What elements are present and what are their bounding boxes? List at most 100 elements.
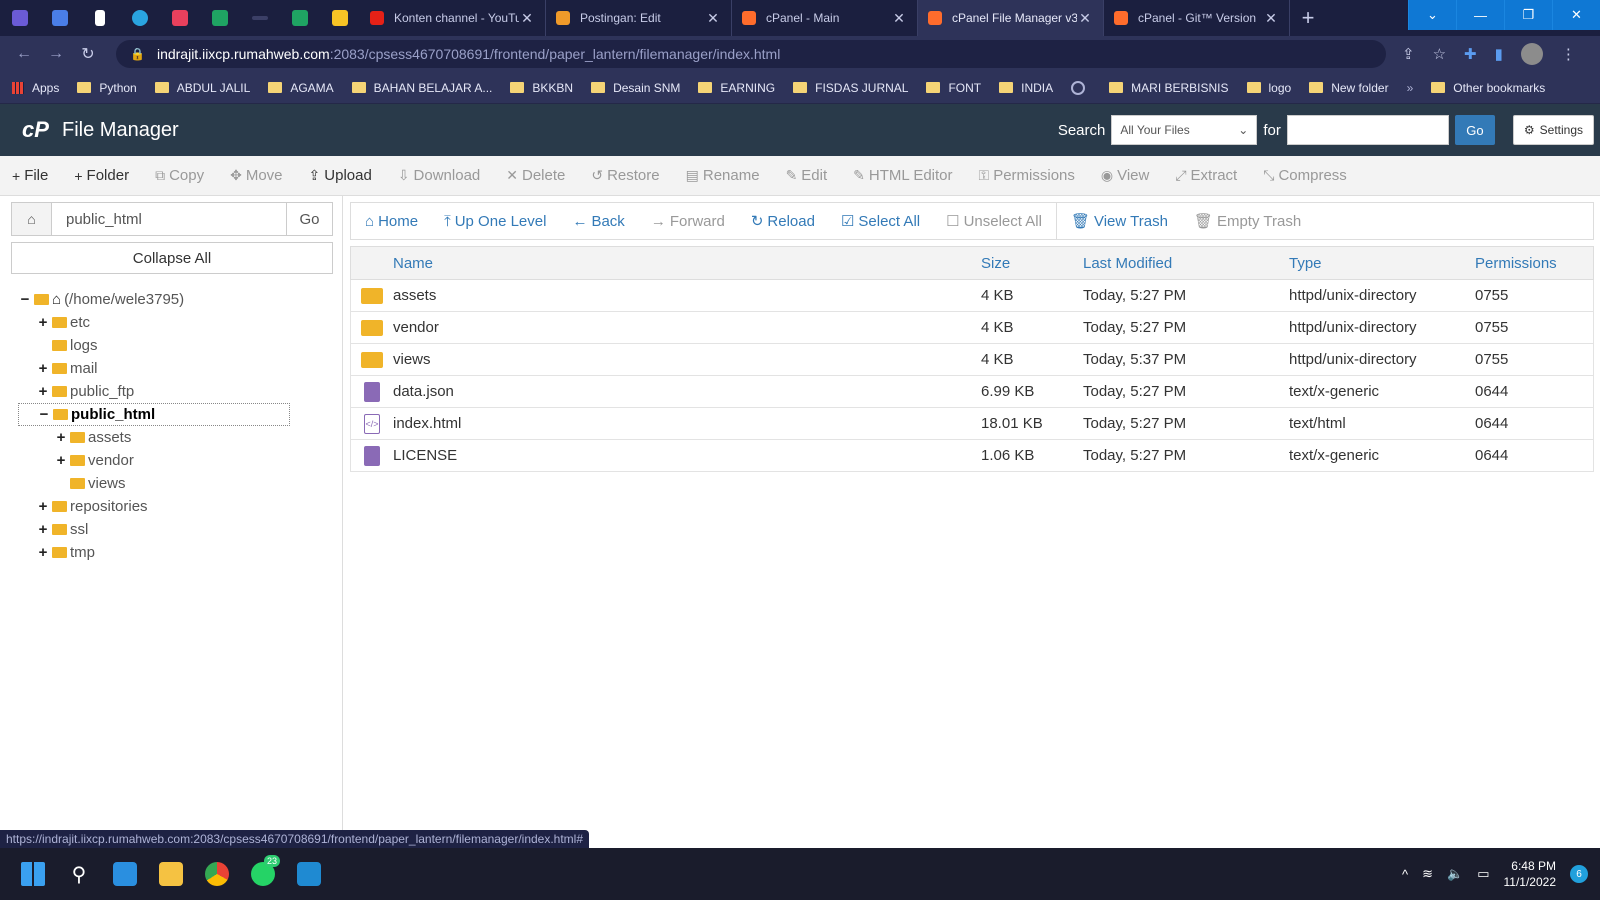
bookmark-item[interactable]: Apps bbox=[12, 81, 59, 95]
tree-node-vendor[interactable]: + vendor bbox=[18, 449, 334, 472]
app-l-icon[interactable] bbox=[102, 851, 148, 897]
tree-toggle-icon[interactable]: + bbox=[36, 360, 50, 377]
settings-button[interactable]: ⚙ Settings bbox=[1512, 115, 1594, 145]
bookmark-item[interactable]: INDIA bbox=[999, 81, 1053, 95]
move-button[interactable]: ✥ Move bbox=[230, 167, 282, 184]
side-panel-icon[interactable]: ▮ bbox=[1495, 45, 1503, 63]
tree-toggle-icon[interactable]: + bbox=[36, 544, 50, 561]
reload-button[interactable]: ↻ Reload bbox=[751, 212, 815, 231]
vscode-icon[interactable] bbox=[286, 851, 332, 897]
col-name[interactable]: Name bbox=[393, 255, 981, 272]
download-button[interactable]: ⇩ Download bbox=[398, 167, 480, 184]
tree-node-homewele3795[interactable]: − ⌂ (/home/wele3795) bbox=[18, 288, 334, 311]
pinned-tab[interactable] bbox=[280, 0, 320, 36]
new-tab-button[interactable]: + bbox=[1290, 0, 1326, 36]
tree-toggle-icon[interactable]: + bbox=[54, 452, 68, 469]
bookmark-item[interactable]: EARNING bbox=[698, 81, 775, 95]
upload-button[interactable]: ⇪ Upload bbox=[309, 167, 372, 184]
tree-node-repositories[interactable]: + repositories bbox=[18, 495, 334, 518]
compress-button[interactable]: ⤡ Compress bbox=[1263, 167, 1347, 184]
path-input[interactable]: public_html bbox=[52, 203, 286, 235]
lock-icon[interactable]: 🔒 bbox=[130, 47, 145, 61]
delete-button[interactable]: ✕ Delete bbox=[506, 167, 565, 184]
whatsapp-icon[interactable]: 23 bbox=[240, 851, 286, 897]
empty-trash-button[interactable]: 🗑 Empty Trash bbox=[1194, 212, 1301, 231]
bookmark-item[interactable]: BAHAN BELAJAR A... bbox=[351, 81, 492, 95]
volume-icon[interactable]: 🔈 bbox=[1447, 866, 1463, 882]
pinned-tab[interactable] bbox=[0, 0, 40, 36]
tree-toggle-icon[interactable]: + bbox=[36, 521, 50, 538]
unselect-all-button[interactable]: ☐ Unselect All bbox=[946, 212, 1042, 231]
bookmark-star-icon[interactable]: ☆ bbox=[1433, 45, 1446, 63]
search-icon[interactable]: ⚲ bbox=[56, 851, 102, 897]
view-trash-button[interactable]: 🗑 View Trash bbox=[1071, 212, 1168, 231]
pinned-tab[interactable] bbox=[40, 0, 80, 36]
bookmark-item[interactable]: FISDAS JURNAL bbox=[793, 81, 908, 95]
bookmark-item[interactable]: Desain SNM bbox=[591, 81, 680, 95]
col-size[interactable]: Size bbox=[981, 255, 1083, 272]
pinned-tab[interactable] bbox=[80, 0, 120, 36]
bookmarks-overflow-icon[interactable]: » bbox=[1407, 81, 1414, 95]
browser-forward-icon[interactable]: → bbox=[40, 45, 72, 63]
bookmark-item[interactable]: Python bbox=[77, 81, 137, 95]
tree-toggle-icon[interactable]: − bbox=[18, 291, 32, 308]
table-row[interactable]: assets 4 KB Today, 5:27 PM httpd/unix-direc… bbox=[350, 280, 1594, 312]
bookmark-item[interactable]: New folder bbox=[1309, 81, 1389, 95]
bookmark-item[interactable]: AGAMA bbox=[268, 81, 334, 95]
tree-node-assets[interactable]: + assets bbox=[18, 426, 334, 449]
table-row[interactable]: vendor 4 KB Today, 5:27 PM httpd/unix-direc… bbox=[350, 312, 1594, 344]
tree-node-public_html[interactable]: − public_html bbox=[18, 403, 290, 426]
clock[interactable]: 6:48 PM 11/1/2022 bbox=[1504, 858, 1557, 890]
rename-button[interactable]: ▤ Rename bbox=[686, 167, 760, 184]
browser-reload-icon[interactable]: ↻ bbox=[72, 44, 104, 64]
pinned-tab[interactable] bbox=[160, 0, 200, 36]
pinned-tab[interactable] bbox=[200, 0, 240, 36]
table-row[interactable]: views 4 KB Today, 5:37 PM httpd/unix-direct… bbox=[350, 344, 1594, 376]
new-file-button[interactable]: + File bbox=[12, 167, 48, 184]
bookmark-item[interactable]: FONT bbox=[926, 81, 981, 95]
home-icon[interactable]: ⌂ bbox=[12, 203, 52, 235]
profile-avatar[interactable] bbox=[1520, 43, 1543, 65]
select-all-button[interactable]: ☑ Select All bbox=[841, 212, 920, 231]
close-tab-icon[interactable]: ✕ bbox=[891, 10, 907, 27]
bookmark-item[interactable]: logo bbox=[1246, 81, 1291, 95]
copy-button[interactable]: ⧉ Copy bbox=[155, 167, 204, 184]
close-tab-icon[interactable]: ✕ bbox=[519, 10, 535, 27]
search-go-button[interactable]: Go bbox=[1454, 115, 1495, 145]
chrome-icon[interactable] bbox=[194, 851, 240, 897]
up-level-button[interactable]: ⤒ Up One Level bbox=[444, 213, 546, 230]
bookmark-item[interactable]: ABDUL JALIL bbox=[154, 81, 250, 95]
forward-button[interactable]: → Forward bbox=[651, 213, 725, 230]
back-button[interactable]: ← Back bbox=[572, 213, 624, 230]
maximize-button[interactable]: ❐ bbox=[1504, 0, 1552, 30]
start-icon[interactable] bbox=[10, 851, 56, 897]
battery-icon[interactable]: ▭ bbox=[1477, 866, 1489, 882]
close-tab-icon[interactable]: ✕ bbox=[705, 10, 721, 27]
tree-toggle-icon[interactable]: + bbox=[54, 429, 68, 446]
edit-button[interactable]: ✎ Edit bbox=[786, 167, 828, 184]
col-modified[interactable]: Last Modified bbox=[1083, 255, 1289, 272]
extract-button[interactable]: ⤢ Extract bbox=[1175, 167, 1237, 184]
pinned-tab[interactable] bbox=[320, 0, 360, 36]
new-folder-button[interactable]: + Folder bbox=[74, 167, 129, 184]
close-tab-icon[interactable]: ✕ bbox=[1077, 10, 1093, 27]
browser-tab[interactable]: cPanel File Manager v3 ✕ bbox=[918, 0, 1104, 36]
tree-toggle-icon[interactable]: + bbox=[36, 314, 50, 331]
tree-toggle-icon[interactable]: + bbox=[36, 383, 50, 400]
bookmark-item[interactable]: BKKBN bbox=[510, 81, 573, 95]
permissions-button[interactable]: ⚿ Permissions bbox=[979, 167, 1075, 184]
bookmark-other[interactable]: Other bookmarks bbox=[1431, 81, 1545, 95]
url-bar[interactable]: 🔒 indrajit.iixcp.rumahweb.com:2083/cpses… bbox=[116, 40, 1386, 68]
tree-node-tmp[interactable]: + tmp bbox=[18, 541, 334, 564]
browser-tab[interactable]: Postingan: Edit ✕ bbox=[546, 0, 732, 36]
tree-toggle-icon[interactable]: − bbox=[37, 406, 51, 423]
browser-back-icon[interactable]: ← bbox=[8, 45, 40, 63]
collapse-all-button[interactable]: Collapse All bbox=[11, 242, 333, 274]
browser-menu-icon[interactable]: ⋮ bbox=[1561, 45, 1576, 63]
search-input[interactable] bbox=[1286, 115, 1449, 145]
wifi-icon[interactable]: ≋ bbox=[1422, 866, 1433, 882]
bookmark-item[interactable] bbox=[1071, 80, 1091, 95]
browser-tab[interactable]: cPanel - Git™ Version ✕ bbox=[1104, 0, 1290, 36]
table-row[interactable]: data.json 6.99 KB Today, 5:27 PM text/x-gen… bbox=[350, 376, 1594, 408]
tree-toggle-icon[interactable]: + bbox=[36, 498, 50, 515]
